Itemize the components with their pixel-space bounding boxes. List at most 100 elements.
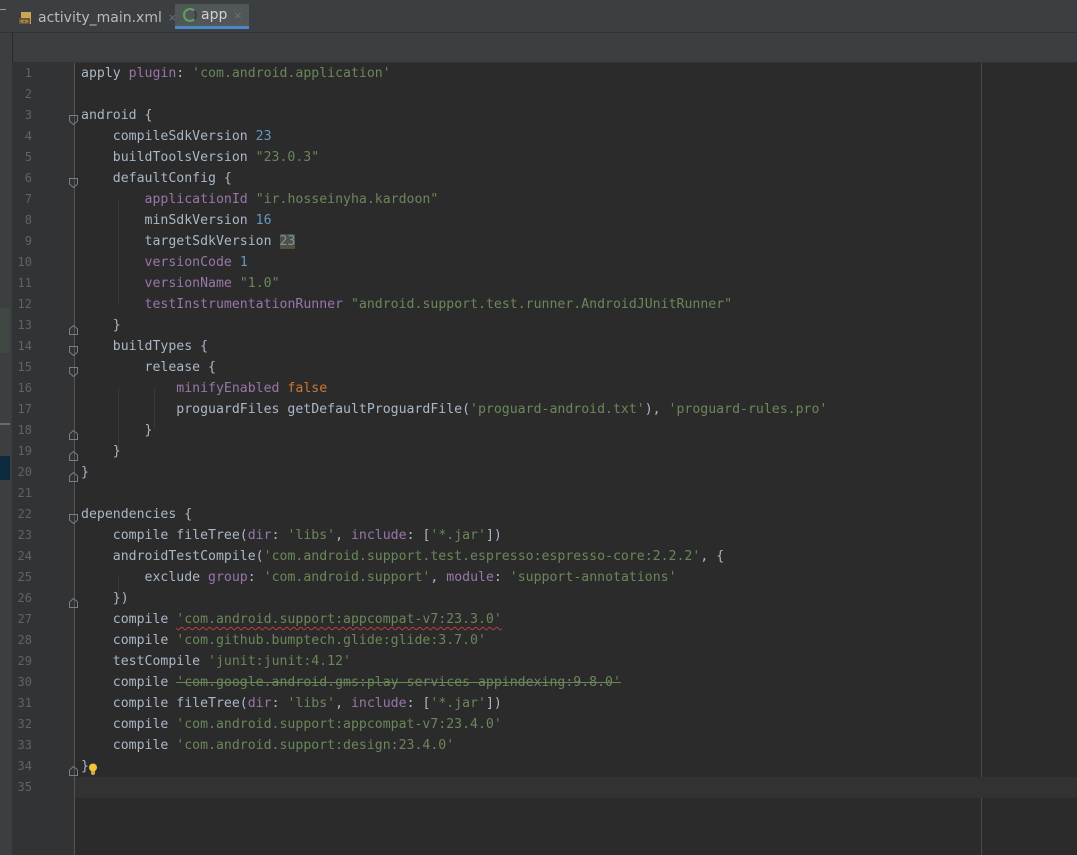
code-text: testInstrumentationRunner "android.suppo… bbox=[144, 297, 733, 312]
line-number: 21 bbox=[17, 486, 32, 500]
code-line[interactable]: 12 testInstrumentationRunner "android.su… bbox=[0, 294, 1077, 315]
code-line[interactable]: 15 release { bbox=[0, 357, 1077, 378]
code-line[interactable]: 18 } bbox=[0, 420, 1077, 441]
line-number: 29 bbox=[17, 654, 32, 668]
code-line[interactable]: 6 defaultConfig { bbox=[0, 168, 1077, 189]
code-line[interactable]: 3 android { bbox=[0, 105, 1077, 126]
code-line[interactable]: 5 buildToolsVersion "23.0.3" bbox=[0, 147, 1077, 168]
code-line[interactable]: 19 } bbox=[0, 441, 1077, 462]
intention-bulb-icon[interactable] bbox=[88, 760, 98, 775]
line-number: 32 bbox=[17, 717, 32, 731]
code-text: buildTypes { bbox=[81, 339, 209, 354]
line-number: 18 bbox=[17, 423, 32, 437]
code-text: versionName "1.0" bbox=[144, 276, 280, 291]
line-number: 14 bbox=[17, 339, 32, 353]
fold-marker-icon[interactable] bbox=[69, 173, 78, 189]
code-text: compile 'com.android.support:appcompat-v… bbox=[81, 612, 502, 627]
code-line[interactable]: 27 compile 'com.android.support:appcompa… bbox=[0, 609, 1077, 630]
fold-marker-icon[interactable] bbox=[69, 341, 78, 357]
fold-marker-icon[interactable] bbox=[69, 467, 78, 482]
line-number: 13 bbox=[17, 318, 32, 332]
line-number: 27 bbox=[17, 612, 32, 626]
code-line[interactable]: 21 bbox=[0, 483, 1077, 504]
fold-marker-icon[interactable] bbox=[69, 593, 78, 608]
code-line[interactable]: 8 minSdkVersion 16 bbox=[0, 210, 1077, 231]
close-icon[interactable]: × bbox=[233, 9, 242, 22]
breadcrumb-bar bbox=[13, 33, 1077, 63]
code-line[interactable]: 30 compile 'com.google.android.gms:play-… bbox=[0, 672, 1077, 693]
code-text: compile 'com.android.support:design:23.4… bbox=[81, 738, 455, 753]
tab-scroll-indicator bbox=[0, 9, 6, 10]
code-line[interactable]: 9 targetSdkVersion 23 bbox=[0, 231, 1077, 252]
tab-activity-main-xml[interactable]: <> activity_main.xml × bbox=[18, 4, 177, 31]
fold-marker-icon[interactable] bbox=[69, 110, 78, 126]
code-text: proguardFiles getDefaultProguardFile('pr… bbox=[81, 402, 828, 417]
code-text: } bbox=[81, 444, 121, 459]
svg-text:<>: <> bbox=[20, 19, 28, 25]
line-number: 16 bbox=[17, 381, 32, 395]
line-number: 8 bbox=[24, 213, 32, 227]
line-number: 6 bbox=[24, 171, 32, 185]
code-line[interactable]: 2 bbox=[0, 84, 1077, 105]
fold-marker-icon[interactable] bbox=[69, 509, 78, 525]
code-text: compileSdkVersion 23 bbox=[81, 129, 272, 144]
code-line[interactable]: 13 } bbox=[0, 315, 1077, 336]
xml-file-icon: <> bbox=[18, 10, 34, 26]
fold-marker-icon[interactable] bbox=[69, 425, 78, 440]
code-line[interactable]: 33 compile 'com.android.support:design:2… bbox=[0, 735, 1077, 756]
code-line[interactable]: 35 bbox=[18, 777, 1077, 798]
tab-label: activity_main.xml bbox=[38, 9, 162, 26]
line-number: 28 bbox=[17, 633, 32, 647]
code-line[interactable]: 22 dependencies { bbox=[0, 504, 1077, 525]
code-line[interactable]: 31 compile fileTree(dir: 'libs', include… bbox=[0, 693, 1077, 714]
code-line[interactable]: 20} bbox=[0, 462, 1077, 483]
code-line[interactable]: 17 proguardFiles getDefaultProguardFile(… bbox=[0, 399, 1077, 420]
line-number: 1 bbox=[24, 66, 32, 80]
code-text: compile 'com.android.support:appcompat-v… bbox=[81, 717, 502, 732]
code-line[interactable]: 10 versionCode 1 bbox=[0, 252, 1077, 273]
code-text: exclude group: 'com.android.support', mo… bbox=[81, 570, 677, 585]
fold-marker-icon[interactable] bbox=[69, 320, 78, 335]
code-text: compile 'com.github.bumptech.glide:glide… bbox=[81, 633, 486, 648]
line-number: 34 bbox=[17, 759, 32, 773]
line-number: 31 bbox=[17, 696, 32, 710]
fold-marker-icon[interactable] bbox=[69, 362, 78, 378]
line-number: 33 bbox=[17, 738, 32, 752]
code-line[interactable]: 26 }) bbox=[0, 588, 1077, 609]
code-line[interactable]: 25 exclude group: 'com.android.support',… bbox=[0, 567, 1077, 588]
code-line[interactable]: 32 compile 'com.android.support:appcompa… bbox=[0, 714, 1077, 735]
code-line[interactable]: 23 compile fileTree(dir: 'libs', include… bbox=[0, 525, 1077, 546]
fold-marker-icon[interactable] bbox=[69, 446, 78, 461]
code-line[interactable]: 16 minifyEnabled false bbox=[0, 378, 1077, 399]
code-text: apply plugin: 'com.android.application' bbox=[81, 66, 391, 81]
code-line[interactable]: 29 testCompile 'junit:junit:4.12' bbox=[0, 651, 1077, 672]
line-number: 22 bbox=[17, 507, 32, 521]
code-line[interactable]: 7 applicationId "ir.hosseinyha.kardoon" bbox=[0, 189, 1077, 210]
code-text: } bbox=[81, 423, 153, 438]
code-line[interactable]: 4 compileSdkVersion 23 bbox=[0, 126, 1077, 147]
code-line[interactable]: 11 versionName "1.0" bbox=[0, 273, 1077, 294]
code-text: } bbox=[81, 465, 89, 480]
code-text: buildToolsVersion "23.0.3" bbox=[81, 150, 320, 165]
line-number: 30 bbox=[17, 675, 32, 689]
line-number: 5 bbox=[24, 150, 32, 164]
code-text: minifyEnabled false bbox=[176, 381, 328, 396]
line-number: 17 bbox=[17, 402, 32, 416]
line-number: 15 bbox=[17, 360, 32, 374]
code-line[interactable]: 14 buildTypes { bbox=[0, 336, 1077, 357]
line-number: 7 bbox=[24, 192, 32, 206]
line-number: 12 bbox=[17, 297, 32, 311]
code-text: dependencies { bbox=[81, 507, 193, 522]
code-line[interactable]: 34} bbox=[0, 756, 1077, 777]
tab-app[interactable]: app × bbox=[175, 4, 249, 29]
code-text: versionCode 1 bbox=[144, 255, 248, 270]
line-number: 25 bbox=[17, 570, 32, 584]
code-line[interactable]: 1 apply plugin: 'com.android.application' bbox=[0, 63, 1077, 84]
code-line[interactable]: 24 androidTestCompile('com.android.suppo… bbox=[0, 546, 1077, 567]
line-number: 35 bbox=[17, 780, 32, 794]
line-number: 11 bbox=[17, 276, 32, 290]
code-line[interactable]: 28 compile 'com.github.bumptech.glide:gl… bbox=[0, 630, 1077, 651]
line-number: 20 bbox=[17, 465, 32, 479]
fold-marker-icon[interactable] bbox=[69, 761, 78, 776]
line-number: 2 bbox=[24, 87, 32, 101]
